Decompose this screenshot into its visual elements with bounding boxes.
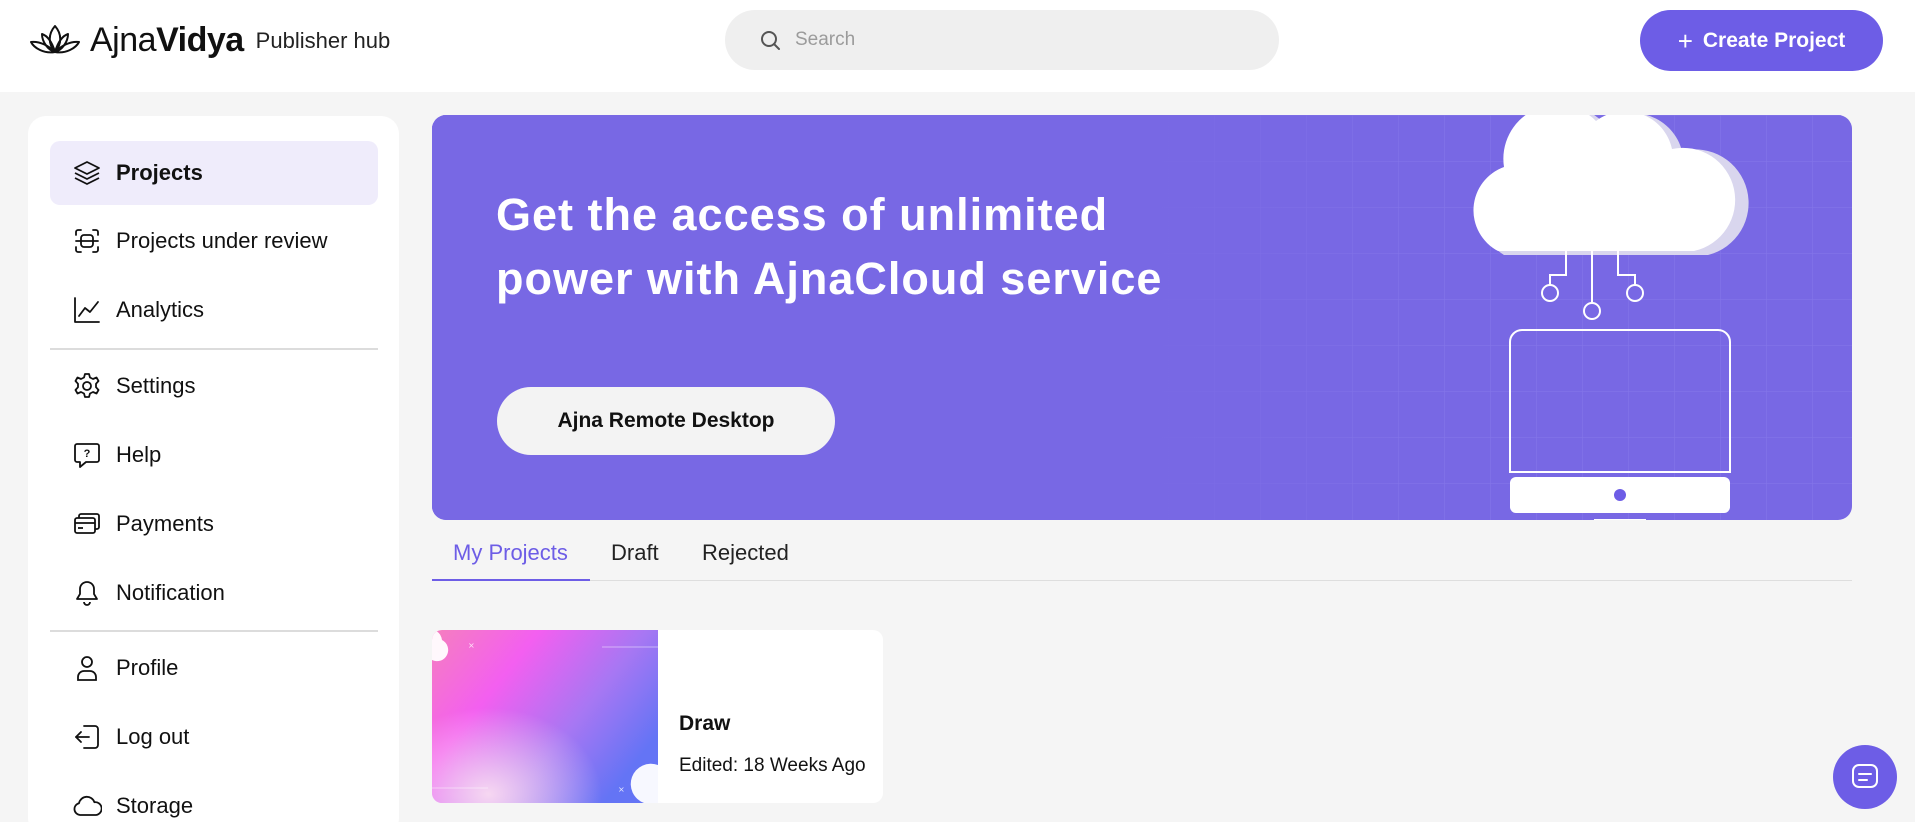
search-box[interactable] <box>725 10 1279 70</box>
sidebar-divider <box>50 630 378 632</box>
chat-support-button[interactable] <box>1833 745 1897 809</box>
sidebar-item-payments[interactable]: Payments <box>50 492 378 556</box>
create-project-label: Create Project <box>1702 28 1846 52</box>
sidebar-item-label: Help <box>116 442 162 467</box>
sidebar-item-label: Projects under review <box>116 228 328 253</box>
promo-banner: Get the access of unlimited power with A… <box>432 115 1852 520</box>
sidebar-item-label: Log out <box>116 724 190 749</box>
sidebar-item-profile[interactable]: Profile <box>50 636 378 700</box>
tab-rejected[interactable]: Rejected <box>702 525 789 581</box>
svg-text:×: × <box>468 641 475 650</box>
sidebar-item-projects[interactable]: Projects <box>50 141 378 205</box>
bell-icon <box>76 581 98 606</box>
project-tabs: My Projects Draft Rejected <box>432 525 1852 581</box>
cloud-computer-illustration <box>1473 115 1749 520</box>
svg-text:?: ? <box>84 448 91 460</box>
cloud-icon <box>73 795 102 816</box>
sidebar-item-projects-under-review[interactable]: Projects under review <box>50 209 378 273</box>
top-header: AjnaVidya Publisher hub + Create Project <box>0 0 1915 92</box>
brand-subtitle: Publisher hub <box>255 28 391 53</box>
sidebar-item-help[interactable]: ? Help <box>50 423 378 487</box>
project-card[interactable]: × × Draw Edited: 18 Weeks Ago <box>432 630 883 803</box>
sidebar-item-storage[interactable]: Storage <box>50 774 378 822</box>
card-icon <box>74 513 100 534</box>
help-icon: ? <box>74 443 100 468</box>
plus-icon: + <box>1677 25 1693 56</box>
logout-icon <box>75 725 99 749</box>
search-icon <box>761 31 780 50</box>
banner-title: Get the access of unlimited power with A… <box>496 189 1163 304</box>
active-tab-indicator <box>432 579 590 581</box>
layers-icon <box>74 161 100 185</box>
chart-line-icon <box>74 297 100 323</box>
remote-desktop-button[interactable]: Ajna Remote Desktop <box>497 387 835 455</box>
search-input[interactable] <box>795 29 1235 51</box>
user-icon <box>77 656 97 681</box>
project-edited-time: Edited: 18 Weeks Ago <box>679 755 866 776</box>
lotus-icon <box>30 25 80 54</box>
chat-icon <box>1852 764 1878 788</box>
tab-draft[interactable]: Draft <box>611 525 659 581</box>
sidebar: Projects Projects under review Analytics… <box>28 116 399 822</box>
sidebar-item-label: Profile <box>116 655 179 680</box>
review-icon <box>75 229 99 253</box>
brand-logo[interactable]: AjnaVidya Publisher hub <box>28 18 390 62</box>
sidebar-item-label: Notification <box>116 580 225 605</box>
sidebar-item-label: Storage <box>116 793 194 818</box>
sidebar-item-label: Payments <box>116 511 214 536</box>
sidebar-item-label: Analytics <box>116 297 205 322</box>
sidebar-divider <box>50 348 378 350</box>
gear-icon <box>74 373 100 398</box>
svg-text:×: × <box>618 785 625 794</box>
sidebar-item-log-out[interactable]: Log out <box>50 705 378 769</box>
tab-my-projects[interactable]: My Projects <box>453 525 568 581</box>
sidebar-item-notification[interactable]: Notification <box>50 561 378 625</box>
create-project-button[interactable]: + Create Project <box>1640 10 1883 71</box>
project-thumbnail: × × <box>432 630 658 803</box>
sidebar-item-analytics[interactable]: Analytics <box>50 278 378 342</box>
sidebar-item-label: Projects <box>116 160 203 185</box>
sidebar-item-settings[interactable]: Settings <box>50 354 378 418</box>
sidebar-item-label: Settings <box>116 373 196 398</box>
project-title: Draw <box>679 712 731 735</box>
brand-name: AjnaVidya <box>90 20 244 59</box>
